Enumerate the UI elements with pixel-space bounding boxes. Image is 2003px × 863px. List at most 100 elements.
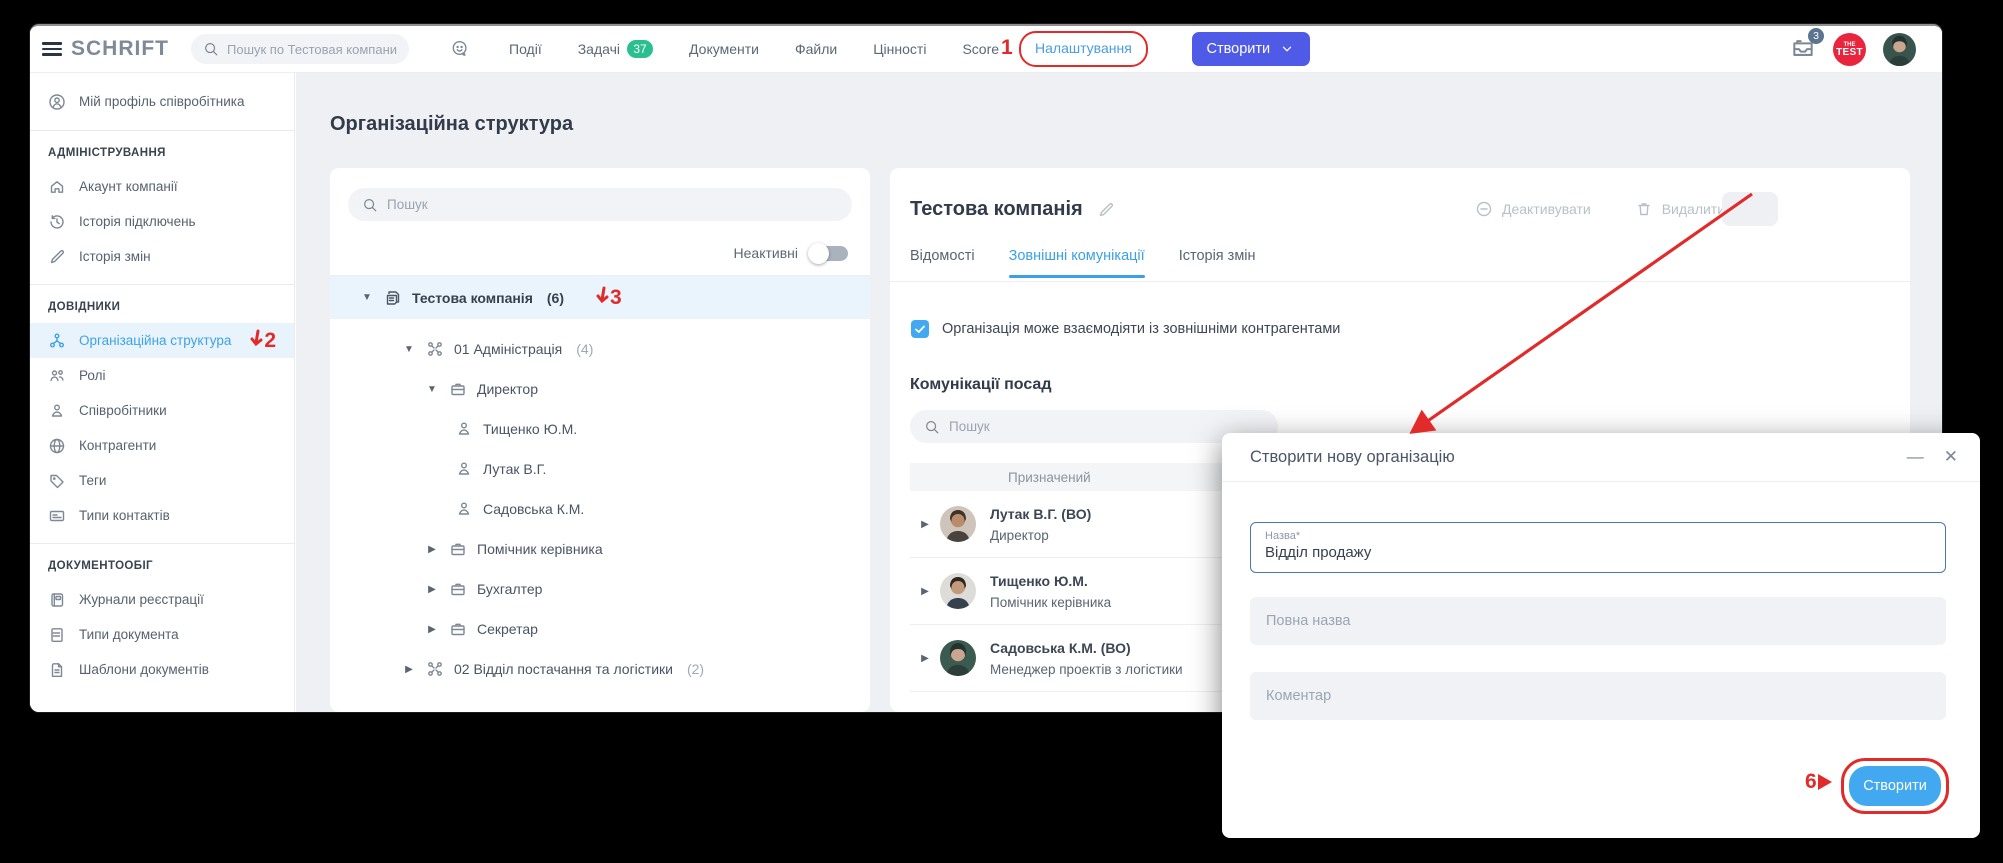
nav-item-settings[interactable]: Налаштування	[1035, 40, 1132, 56]
tree-node-company[interactable]: ▼ Тестова компанія(6) 3	[330, 276, 870, 319]
search-icon	[924, 419, 940, 435]
tree-node-person[interactable]: Лутак В.Г.	[330, 449, 870, 489]
sidebar-item-company-account[interactable]: Акаунт компанії	[30, 169, 294, 204]
support-chat-icon[interactable]	[451, 40, 469, 58]
full-name-input[interactable]	[1250, 597, 1946, 645]
app-logo: SCHRIFT	[71, 37, 169, 61]
minimize-icon[interactable]: —	[1907, 447, 1924, 467]
hidden-action-button[interactable]	[1722, 192, 1778, 226]
delete-button[interactable]: Видалити	[1635, 200, 1725, 218]
full-name-field[interactable]	[1250, 597, 1946, 645]
global-search-input[interactable]	[227, 42, 397, 57]
annotation-arrow-2: 2	[250, 329, 276, 353]
avatar	[940, 640, 976, 676]
comment-input[interactable]	[1250, 672, 1946, 720]
caret-down-icon[interactable]: ▼	[360, 292, 374, 303]
caret-right-icon[interactable]: ▶	[910, 519, 940, 530]
org-tree: ▼ Тестова компанія(6) 3 ▼ 01 Адміністрац…	[330, 275, 870, 689]
tree-node-position[interactable]: ▶ Бухгалтер	[330, 569, 870, 609]
inactive-toggle-label: Неактивні	[734, 245, 798, 261]
nav-item-documents[interactable]: Документи	[689, 41, 759, 57]
sidebar-item-contact-types[interactable]: Типи контактів	[30, 498, 294, 533]
navbar-right-group: 3 THE TEST	[1790, 26, 1916, 73]
person-icon	[455, 500, 473, 518]
history-icon	[48, 213, 66, 231]
caret-right-icon[interactable]: ▶	[425, 544, 439, 555]
tab-external-communications[interactable]: Зовнішні комунікації	[1009, 248, 1145, 278]
menu-hamburger-icon[interactable]	[42, 42, 62, 56]
tree-search-input[interactable]	[387, 197, 792, 212]
nav-item-files[interactable]: Файли	[795, 41, 837, 57]
sidebar-item-org-structure[interactable]: Організаційна структура 2	[30, 323, 294, 358]
caret-right-icon[interactable]: ▶	[402, 664, 416, 675]
caret-right-icon[interactable]: ▶	[910, 653, 940, 664]
caret-right-icon[interactable]: ▶	[425, 624, 439, 635]
sidebar-item-tags[interactable]: Теги	[30, 463, 294, 498]
sidebar-item-registration-journals[interactable]: Журнали реєстрації	[30, 582, 294, 617]
tree-node-position[interactable]: ▶ Помічник керівника	[330, 529, 870, 569]
document-template-icon	[48, 661, 66, 679]
inbox-tray-button[interactable]: 3	[1790, 34, 1816, 65]
nav-item-score[interactable]: Score	[962, 41, 999, 57]
communications-search-input[interactable]	[949, 419, 1238, 434]
sidebar-item-change-history[interactable]: Історія змін	[30, 239, 294, 274]
home-icon	[48, 178, 66, 196]
tree-node-department[interactable]: ▼ 01 Адміністрація(4)	[330, 329, 870, 369]
check-icon	[914, 323, 926, 335]
name-field-input[interactable]	[1265, 544, 1931, 561]
checkbox-label: Організація може взаємодіяти із зовнішні…	[942, 321, 1340, 337]
org-tree-panel: Неактивні ▼ Тестова компанія(6) 3 ▼ 01 А…	[330, 168, 870, 712]
name-field[interactable]: Назва*	[1250, 522, 1946, 573]
global-search[interactable]	[191, 34, 409, 64]
caret-right-icon[interactable]: ▶	[425, 584, 439, 595]
sidebar-item-employees[interactable]: Співробітники	[30, 393, 294, 428]
journal-icon	[48, 591, 66, 609]
sidebar-item-my-profile[interactable]: Мій профіль співробітника	[30, 73, 294, 131]
search-icon	[362, 197, 378, 213]
avatar-image	[1883, 33, 1916, 66]
inactive-toggle-row: Неактивні	[352, 245, 848, 261]
department-icon	[426, 660, 444, 678]
navbar-create-button[interactable]: Створити	[1192, 32, 1310, 66]
tab-change-history[interactable]: Історія змін	[1179, 248, 1256, 278]
tag-icon	[48, 472, 66, 490]
nav-item-tasks[interactable]: Задачі 37	[578, 40, 653, 58]
comment-field[interactable]	[1250, 672, 1946, 720]
nav-menu: Події Задачі 37 Документи Файли Цінності…	[509, 40, 999, 58]
caret-down-icon[interactable]: ▼	[402, 344, 416, 355]
sidebar-item-roles[interactable]: Ролі	[30, 358, 294, 393]
caret-down-icon[interactable]: ▼	[425, 384, 439, 395]
tree-node-department[interactable]: ▶ 02 Відділ постачання та логістики(2)	[330, 649, 870, 689]
inactive-toggle[interactable]	[810, 246, 848, 261]
sidebar-item-document-types[interactable]: Типи документа	[30, 617, 294, 652]
pencil-icon	[48, 248, 66, 266]
modal-create-button[interactable]: Створити	[1849, 766, 1941, 806]
caret-right-icon[interactable]: ▶	[910, 586, 940, 597]
people-icon	[48, 367, 66, 385]
deactivate-button[interactable]: Деактивувати	[1475, 200, 1591, 218]
nav-item-events[interactable]: Події	[509, 41, 542, 57]
tree-node-position[interactable]: ▼ Директор	[330, 369, 870, 409]
tree-node-person[interactable]: Садовська К.М.	[330, 489, 870, 529]
page-title: Організаційна структура	[330, 113, 573, 136]
tree-node-person[interactable]: Тищенко Ю.М.	[330, 409, 870, 449]
external-counterparties-checkbox-row: Організація може взаємодіяти із зовнішні…	[911, 320, 1340, 338]
sidebar-item-connection-history[interactable]: Історія підключень	[30, 204, 294, 239]
nav-item-values[interactable]: Цінності	[873, 41, 926, 57]
close-icon[interactable]: ✕	[1944, 447, 1958, 467]
sidebar-item-counterparties[interactable]: Контрагенти	[30, 428, 294, 463]
briefcase-icon	[449, 620, 467, 638]
tasks-count-badge: 37	[627, 40, 653, 58]
company-brand-logo[interactable]: THE TEST	[1833, 33, 1866, 66]
user-avatar[interactable]	[1883, 33, 1916, 66]
sidebar-item-document-templates[interactable]: Шаблони документів	[30, 652, 294, 687]
checkbox-checked[interactable]	[911, 320, 929, 338]
tree-search[interactable]	[348, 188, 852, 221]
briefcase-icon	[449, 380, 467, 398]
edit-pencil-icon[interactable]	[1097, 201, 1115, 219]
chevron-down-icon	[1279, 41, 1295, 57]
search-icon	[203, 41, 219, 57]
create-organization-modal: Створити нову організацію — ✕ Назва* 6 С…	[1222, 433, 1980, 838]
tab-details[interactable]: Відомості	[910, 248, 975, 278]
tree-node-position[interactable]: ▶ Секретар	[330, 609, 870, 649]
